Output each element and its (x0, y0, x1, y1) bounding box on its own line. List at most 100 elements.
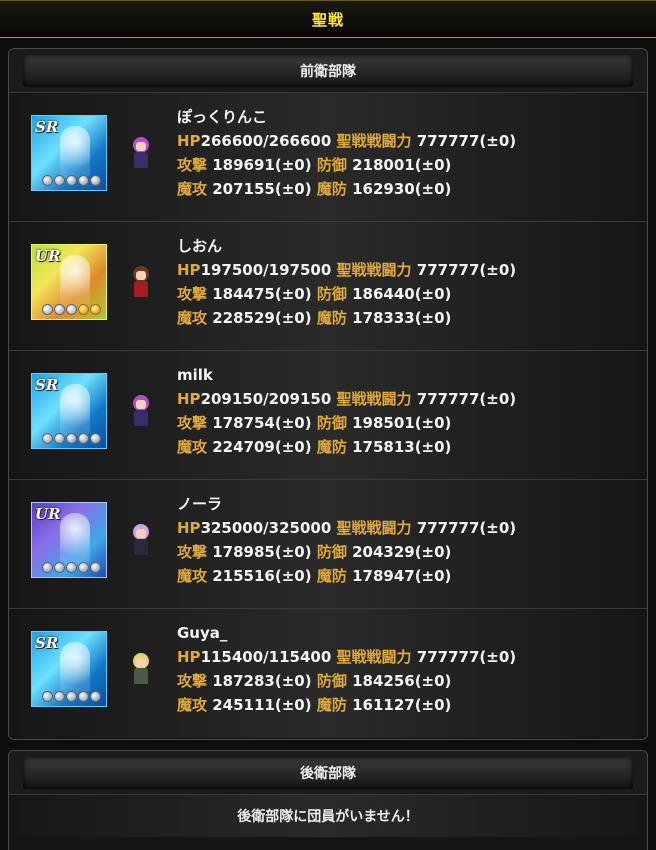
rarity-badge: SR (35, 634, 59, 652)
attack-value: 178985(±0) (212, 543, 312, 561)
character-card[interactable]: SR (31, 631, 107, 707)
front-unit-title: 前衛部隊 (300, 64, 356, 80)
stat-line-1: HP209150/209150 聖戦戦闘力 777777(±0) (177, 387, 516, 411)
star-rank (42, 175, 101, 186)
seisen-power-label: 聖戦戦闘力 (336, 519, 412, 537)
stat-line-3: 魔攻 207155(±0) 魔防 162930(±0) (177, 177, 516, 201)
stat-line-2: 攻撃 184475(±0) 防御 186440(±0) (177, 282, 516, 306)
magic-attack-value: 215516(±0) (212, 567, 312, 585)
member-info: ぽっくりんこ HP266600/266600 聖戦戦闘力 777777(±0) … (177, 105, 516, 201)
stat-line-1: HP197500/197500 聖戦戦闘力 777777(±0) (177, 258, 516, 282)
player-avatar (129, 524, 153, 558)
attack-value: 187283(±0) (212, 672, 312, 690)
stat-line-2: 攻撃 178754(±0) 防御 198501(±0) (177, 411, 516, 435)
member-name[interactable]: ぽっくりんこ (177, 105, 516, 129)
seisen-power-value: 777777(±0) (416, 132, 517, 150)
stat-line-1: HP325000/325000 聖戦戦闘力 777777(±0) (177, 516, 516, 540)
rear-unit-header-bar: 後衛部隊 (23, 757, 633, 789)
rear-unit-title: 後衛部隊 (300, 766, 356, 782)
rarity-badge: SR (35, 376, 59, 394)
attack-label: 攻撃 (177, 543, 208, 561)
member-row-4[interactable]: UR ノーラ HP325000/325000 聖戦戦闘力 777777(±0) … (9, 480, 647, 609)
magic-attack-label: 魔攻 (177, 180, 208, 198)
defense-label: 防御 (316, 156, 347, 174)
front-unit-panel: 前衛部隊 SR ぽっくりんこ HP266600/266600 聖戦戦闘力 777… (8, 48, 648, 740)
player-avatar (129, 653, 153, 687)
page-title: 聖戦 (311, 10, 344, 29)
rear-unit-empty-message: 後衛部隊に団員がいません！ (9, 795, 647, 837)
seisen-power-label: 聖戦戦闘力 (336, 390, 412, 408)
rarity-badge: SR (35, 118, 59, 136)
star-rank (42, 433, 101, 444)
magic-defense-label: 魔防 (316, 309, 347, 327)
member-info: ノーラ HP325000/325000 聖戦戦闘力 777777(±0) 攻撃 … (177, 492, 516, 588)
hp-label: HP (177, 390, 201, 408)
attack-value: 178754(±0) (212, 414, 312, 432)
hp-label: HP (177, 261, 201, 279)
character-figure (60, 126, 90, 178)
rarity-badge: UR (35, 505, 61, 523)
star-rank (42, 562, 101, 573)
member-name[interactable]: Guya_ (177, 621, 516, 645)
magic-attack-label: 魔攻 (177, 309, 208, 327)
player-avatar (129, 395, 153, 429)
member-row-3[interactable]: SR milk HP209150/209150 聖戦戦闘力 777777(±0)… (9, 351, 647, 480)
magic-attack-value: 245111(±0) (212, 696, 312, 714)
hp-value: 209150/209150 (200, 390, 332, 408)
player-avatar (129, 137, 153, 171)
stat-line-3: 魔攻 215516(±0) 魔防 178947(±0) (177, 564, 516, 588)
stat-line-2: 攻撃 187283(±0) 防御 184256(±0) (177, 669, 516, 693)
defense-label: 防御 (316, 543, 347, 561)
defense-label: 防御 (316, 672, 347, 690)
member-name[interactable]: しおん (177, 234, 516, 258)
character-figure (60, 255, 90, 307)
star-rank (42, 304, 101, 315)
character-card[interactable]: SR (31, 115, 107, 191)
magic-attack-value: 228529(±0) (212, 309, 312, 327)
seisen-power-value: 777777(±0) (416, 390, 517, 408)
member-name[interactable]: ノーラ (177, 492, 516, 516)
stat-line-3: 魔攻 228529(±0) 魔防 178333(±0) (177, 306, 516, 330)
character-figure (60, 384, 90, 436)
hp-value: 197500/197500 (200, 261, 332, 279)
magic-attack-label: 魔攻 (177, 696, 208, 714)
defense-value: 218001(±0) (352, 156, 452, 174)
magic-defense-value: 161127(±0) (352, 696, 452, 714)
hp-value: 266600/266600 (200, 132, 332, 150)
hp-value: 325000/325000 (200, 519, 332, 537)
attack-label: 攻撃 (177, 672, 208, 690)
hp-label: HP (177, 132, 201, 150)
character-figure (60, 642, 90, 694)
member-info: しおん HP197500/197500 聖戦戦闘力 777777(±0) 攻撃 … (177, 234, 516, 330)
stat-line-1: HP115400/115400 聖戦戦闘力 777777(±0) (177, 645, 516, 669)
star-rank (42, 691, 101, 702)
attack-value: 184475(±0) (212, 285, 312, 303)
stat-line-3: 魔攻 224709(±0) 魔防 175813(±0) (177, 435, 516, 459)
character-card[interactable]: SR (31, 373, 107, 449)
attack-label: 攻撃 (177, 285, 208, 303)
defense-value: 186440(±0) (352, 285, 452, 303)
rarity-badge: UR (35, 247, 61, 265)
character-card[interactable]: UR (31, 502, 107, 578)
front-unit-header-bar: 前衛部隊 (23, 55, 633, 87)
magic-defense-value: 178333(±0) (352, 309, 452, 327)
player-avatar (129, 266, 153, 300)
stat-line-1: HP266600/266600 聖戦戦闘力 777777(±0) (177, 129, 516, 153)
defense-value: 204329(±0) (352, 543, 452, 561)
member-row-5[interactable]: SR Guya_ HP115400/115400 聖戦戦闘力 777777(±0… (9, 609, 647, 738)
character-figure (60, 513, 90, 565)
magic-defense-label: 魔防 (316, 567, 347, 585)
character-card[interactable]: UR (31, 244, 107, 320)
attack-label: 攻撃 (177, 156, 208, 174)
member-row-1[interactable]: SR ぽっくりんこ HP266600/266600 聖戦戦闘力 777777(±… (9, 93, 647, 222)
attack-value: 189691(±0) (212, 156, 312, 174)
hp-label: HP (177, 519, 201, 537)
member-row-2[interactable]: UR しおん HP197500/197500 聖戦戦闘力 777777(±0) … (9, 222, 647, 351)
rear-unit-header: 後衛部隊 (9, 751, 647, 795)
stat-line-2: 攻撃 178985(±0) 防御 204329(±0) (177, 540, 516, 564)
page-title-bar: 聖戦 (0, 0, 656, 38)
magic-attack-label: 魔攻 (177, 567, 208, 585)
member-info: Guya_ HP115400/115400 聖戦戦闘力 777777(±0) 攻… (177, 621, 516, 717)
member-name[interactable]: milk (177, 363, 516, 387)
magic-defense-value: 162930(±0) (352, 180, 452, 198)
